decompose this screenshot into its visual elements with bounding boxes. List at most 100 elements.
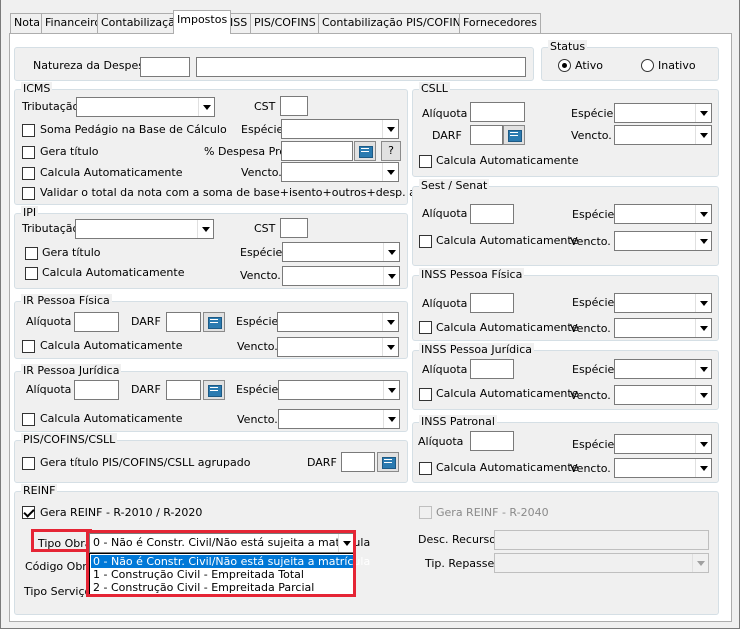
chevron-down-icon — [695, 386, 711, 404]
inss-pf-calcula-checkbox[interactable] — [419, 321, 432, 334]
icms-tributacao-label: Tributação — [22, 100, 80, 113]
tipo-obra-highlight — [86, 530, 356, 597]
icms-gera-titulo-checkbox[interactable] — [22, 146, 35, 159]
csll-darf-input[interactable] — [470, 125, 503, 145]
csll-especie-select[interactable] — [614, 103, 712, 123]
icms-especie-select[interactable] — [281, 119, 399, 139]
inss-patronal-especie-label: Espécie — [572, 438, 615, 451]
ipi-calcula-label: Calcula Automaticamente — [42, 266, 185, 279]
ipi-tributacao-select[interactable] — [75, 219, 214, 239]
inss-patronal-aliquota-label: Alíquota — [418, 435, 464, 448]
ipi-title: IPI — [21, 206, 39, 220]
inss-pj-vencto-select[interactable] — [614, 385, 712, 405]
sest-especie-select[interactable] — [614, 204, 712, 224]
desc-recurso-label: Desc. Recurso — [418, 533, 496, 546]
ipi-especie-label: Espécie — [240, 246, 283, 259]
ipi-cst-input[interactable] — [280, 218, 308, 238]
ir-pj-aliquota-input[interactable] — [74, 380, 119, 400]
ipi-vencto-select[interactable] — [282, 266, 400, 286]
ipi-gera-titulo-checkbox[interactable] — [25, 247, 38, 260]
inss-pf-aliquota-input[interactable] — [470, 293, 514, 313]
icms-soma-pedagio-checkbox[interactable] — [22, 124, 35, 137]
csll-vencto-label: Vencto. — [571, 129, 612, 142]
inss-pj-aliquota-input[interactable] — [470, 359, 514, 379]
ir-pf-darf-input[interactable] — [166, 312, 201, 332]
status-inativo-label: Inativo — [658, 59, 696, 72]
icms-cst-label: CST — [254, 100, 276, 113]
pis-gera-titulo-checkbox[interactable] — [22, 457, 35, 470]
chevron-down-icon — [383, 410, 399, 428]
tab-nota[interactable]: Nota — [10, 13, 45, 33]
reinf-2040-checkbox[interactable] — [419, 506, 432, 519]
pis-darf-label: DARF — [307, 456, 337, 469]
inss-pj-calcula-checkbox[interactable] — [419, 388, 432, 401]
ipi-calcula-checkbox[interactable] — [25, 267, 38, 280]
inss-pj-especie-select[interactable] — [614, 359, 712, 379]
ir-pj-especie-select[interactable] — [278, 380, 400, 400]
icms-calcula-checkbox[interactable] — [22, 167, 35, 180]
tipo-repasse-select[interactable] — [494, 553, 709, 573]
status-title: Status — [548, 40, 588, 54]
ipi-especie-select[interactable] — [282, 242, 400, 262]
ir-pj-aliquota-label: Alíquota — [26, 383, 72, 396]
chevron-down-icon — [382, 338, 398, 356]
sest-aliquota-input[interactable] — [470, 204, 514, 224]
chevron-down-icon — [382, 313, 398, 331]
icms-despesa-pro-input[interactable] — [281, 141, 353, 161]
grid-lookup-icon[interactable] — [503, 125, 525, 145]
inss-pj-title: INSS Pessoa Jurídica — [419, 343, 534, 357]
icms-vencto-select[interactable] — [281, 162, 399, 182]
icms-tributacao-select[interactable] — [76, 97, 215, 117]
grid-lookup-icon[interactable] — [203, 380, 225, 400]
inss-patronal-aliquota-input[interactable] — [470, 431, 514, 451]
help-button[interactable]: ? — [381, 141, 401, 161]
desc-recurso-input[interactable] — [494, 530, 709, 550]
grid-lookup-icon[interactable] — [377, 452, 399, 472]
ir-pj-darf-input[interactable] — [166, 380, 201, 400]
tab-financeiro[interactable]: Financeiro — [41, 13, 106, 33]
tab-pis-cofins[interactable]: PIS/COFINS — [250, 13, 320, 33]
icms-validar-checkbox[interactable] — [22, 187, 35, 200]
chevron-down-icon — [695, 360, 711, 378]
ir-pj-vencto-select[interactable] — [278, 409, 400, 429]
ir-pf-vencto-select[interactable] — [277, 337, 399, 357]
grid-lookup-icon[interactable] — [354, 141, 376, 161]
ir-pf-aliquota-input[interactable] — [74, 312, 119, 332]
sest-senat-group: Sest / Senat — [412, 179, 719, 266]
natureza-description-input[interactable] — [196, 57, 526, 77]
pis-darf-input[interactable] — [341, 452, 375, 472]
csll-vencto-select[interactable] — [614, 125, 712, 145]
chevron-down-icon — [695, 205, 711, 223]
csll-calcula-checkbox[interactable] — [419, 155, 432, 168]
sest-calcula-checkbox[interactable] — [419, 235, 432, 248]
inss-patronal-vencto-label: Vencto. — [570, 462, 611, 475]
ir-pj-calcula-checkbox[interactable] — [22, 413, 35, 426]
ipi-cst-label: CST — [254, 222, 276, 235]
inss-pj-calcula-label: Calcula Automaticamente — [436, 387, 579, 400]
inss-patronal-calcula-checkbox[interactable] — [419, 462, 432, 475]
inss-patronal-vencto-select[interactable] — [614, 458, 712, 478]
grid-lookup-icon[interactable] — [203, 312, 225, 332]
sest-vencto-select[interactable] — [614, 231, 712, 251]
icms-calcula-label: Calcula Automaticamente — [40, 166, 183, 179]
csll-aliquota-input[interactable] — [470, 102, 525, 122]
inss-patronal-especie-select[interactable] — [614, 434, 712, 454]
status-ativo-radio[interactable] — [558, 59, 571, 72]
chevron-down-icon — [695, 435, 711, 453]
reinf-2010-checkbox[interactable] — [22, 506, 35, 519]
ir-pf-calcula-checkbox[interactable] — [22, 340, 35, 353]
ir-pf-especie-select[interactable] — [277, 312, 399, 332]
tab-contabilizacao-pis-cofins[interactable]: Contabilização PIS/COFINS — [318, 13, 472, 33]
inss-pf-vencto-select[interactable] — [614, 318, 712, 338]
ir-pf-especie-label: Espécie — [236, 315, 279, 328]
icms-cst-input[interactable] — [280, 96, 308, 116]
tab-impostos[interactable]: Impostos — [173, 10, 232, 34]
ir-pj-vencto-label: Vencto. — [237, 413, 278, 426]
csll-darf-label: DARF — [432, 129, 462, 142]
tab-fornecedores[interactable]: Fornecedores — [459, 13, 542, 33]
chevron-down-icon — [692, 554, 708, 572]
status-inativo-radio[interactable] — [641, 59, 654, 72]
inss-pf-especie-select[interactable] — [614, 293, 712, 313]
natureza-code-input[interactable] — [140, 57, 190, 77]
ir-pf-darf-label: DARF — [131, 315, 161, 328]
